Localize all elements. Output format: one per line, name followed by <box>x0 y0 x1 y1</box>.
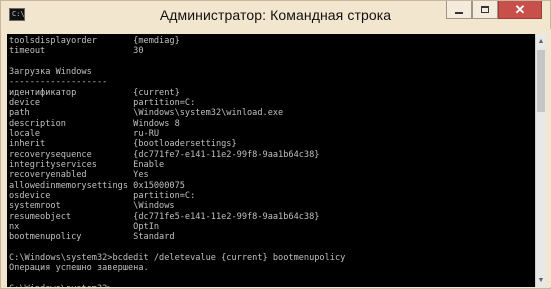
window-border <box>546 29 551 287</box>
console-line: path \Windows\system32\winload.exe <box>9 108 284 119</box>
console-line: inherit {bootloadersettings} <box>9 139 237 150</box>
vertical-scrollbar[interactable]: ▲ ▼ <box>535 34 546 287</box>
console-line: integrityservices Enable <box>9 159 165 170</box>
console-line: идентификатор {current} <box>9 87 180 98</box>
console-line: toolsdisplayorder {memdiag} <box>9 36 180 46</box>
scroll-up-icon[interactable]: ▲ <box>536 34 546 48</box>
maximize-button[interactable] <box>472 1 498 19</box>
window-controls: ✕ <box>446 1 542 21</box>
console-line: C:\Windows\system32>bcdedit /deletevalue… <box>9 252 346 263</box>
console-line: bootmenupolicy Standard <box>9 232 175 243</box>
maximize-icon <box>481 6 489 13</box>
console-line: description Windows 8 <box>9 118 180 129</box>
scroll-down-icon[interactable]: ▼ <box>536 273 546 287</box>
console-line: Операция успешно завершена. <box>9 263 149 274</box>
console-line: recoverysequence {dc771fe7-e141-11e2-99f… <box>9 149 320 160</box>
console-line: timeout 30 <box>9 46 144 57</box>
scroll-thumb[interactable] <box>537 50 545 112</box>
console-line: systemroot \Windows <box>9 201 175 212</box>
console-window: C:\ Администратор: Командная строка ✕ to… <box>0 0 551 289</box>
console-line: Загрузка Windows <box>9 66 92 77</box>
console-line: device partition=C: <box>9 97 196 108</box>
minimize-icon <box>455 11 463 14</box>
close-button[interactable]: ✕ <box>498 1 542 19</box>
console-line: recoveryenabled Yes <box>9 170 149 181</box>
console-lines: toolsdisplayorder {memdiag} timeout 30 Заг… <box>9 36 345 287</box>
minimize-button[interactable] <box>446 1 472 19</box>
console-line: ------------------- <box>9 77 108 88</box>
console-line: resumeobject {dc771fe5-e141-11e2-99f8-9a… <box>9 211 320 222</box>
console-line: nx OptIn <box>9 221 160 232</box>
console-output[interactable]: toolsdisplayorder {memdiag} timeout 30 Заг… <box>7 34 535 287</box>
close-icon: ✕ <box>514 1 526 17</box>
title-bar[interactable]: C:\ Администратор: Командная строка ✕ <box>1 1 550 29</box>
console-line: allowedinmemorysettings 0x15000075 <box>9 180 185 191</box>
console-line: locale ru-RU <box>9 128 160 139</box>
console-line: osdevice partition=C: <box>9 190 196 201</box>
console-line: C:\Windows\system32> <box>9 284 345 287</box>
